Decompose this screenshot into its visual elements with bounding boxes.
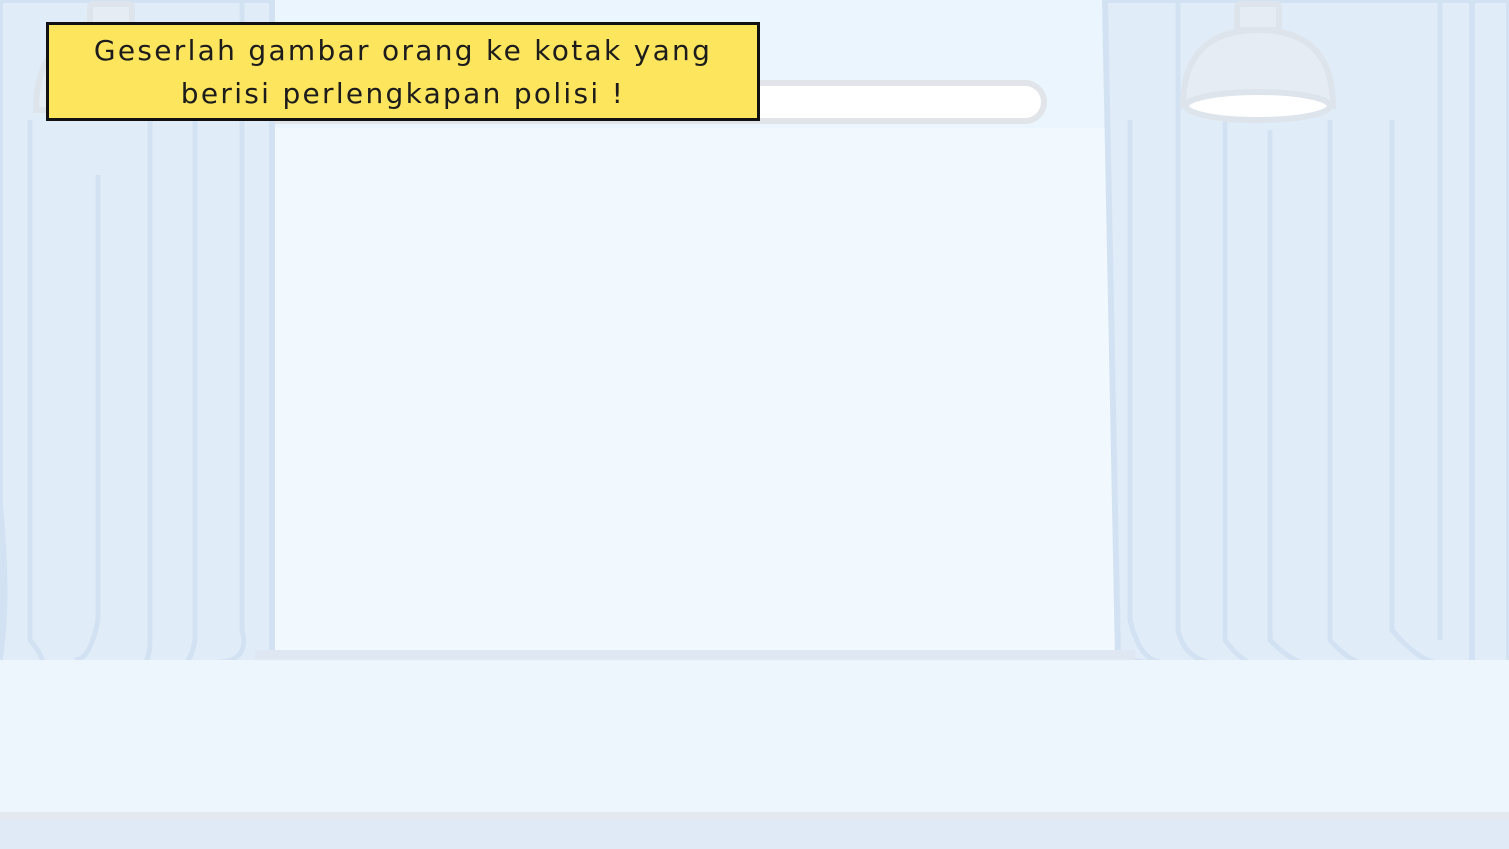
front-floor xyxy=(0,820,1509,849)
stage-background xyxy=(0,0,1509,849)
stage-edge xyxy=(255,650,1135,660)
projection-screen xyxy=(255,128,1135,653)
baseboard xyxy=(0,812,1509,820)
stage-floor xyxy=(0,660,1509,812)
instruction-text: Geserlah gambar orang ke kotak yang beri… xyxy=(93,33,713,110)
game-stage: Geserlah gambar orang ke kotak yang beri… xyxy=(0,0,1509,849)
instruction-box: Geserlah gambar orang ke kotak yang beri… xyxy=(46,22,760,121)
